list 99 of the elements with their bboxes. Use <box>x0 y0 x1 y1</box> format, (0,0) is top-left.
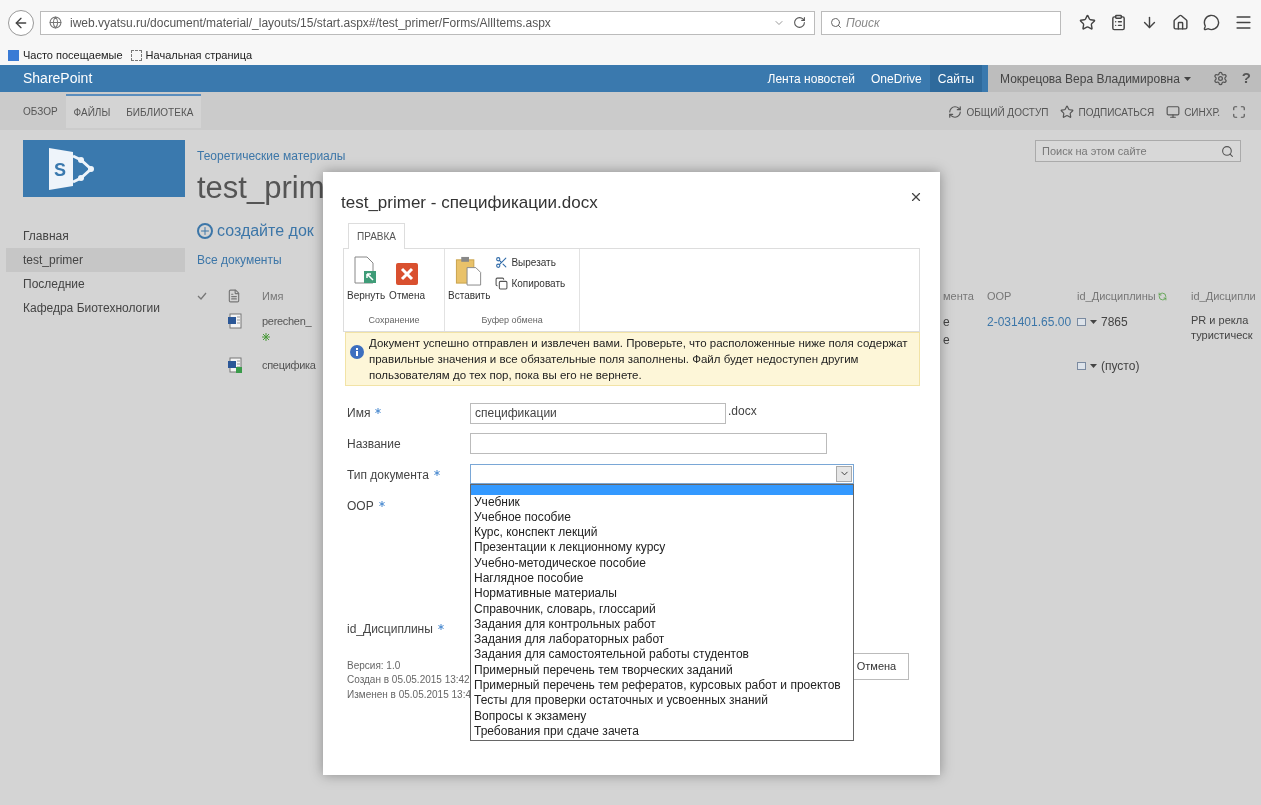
brand-name[interactable]: SharePoint <box>23 68 93 89</box>
field-label: ООР <box>347 497 374 515</box>
lookup-icon[interactable] <box>1077 362 1086 370</box>
search-icon <box>830 16 842 29</box>
dropdown-option[interactable]: Задания для лабораторных работ <box>471 632 853 648</box>
dropdown-option[interactable]: Учебное пособие <box>471 509 853 526</box>
dropdown-option[interactable]: Учебно-методическое пособие <box>471 555 853 571</box>
back-button[interactable] <box>8 9 34 36</box>
focus-icon[interactable] <box>1232 105 1246 119</box>
document-name-link[interactable]: специфика <box>262 357 316 374</box>
settings-icon[interactable] <box>1212 71 1228 86</box>
ribbon-tab[interactable]: ОБЗОР <box>15 94 66 128</box>
dropdown-option[interactable]: Тесты для проверки остаточных и усвоенных знаний <box>471 693 853 709</box>
dropdown-option[interactable]: Нормативные материалы <box>471 586 853 602</box>
dropdown-option[interactable]: Требования при сдаче зачета <box>471 723 853 740</box>
ribbon-button[interactable]: Вставить <box>447 254 492 303</box>
star-icon <box>1060 105 1075 119</box>
info-icon <box>350 344 364 359</box>
version-info: Создан в 05.05.2015 13:42 <box>347 673 470 687</box>
globe-icon <box>49 16 62 29</box>
menu-icon[interactable] <box>1234 13 1253 32</box>
ribbon-action[interactable]: ОБЩИЙ ДОСТУП <box>948 104 1049 120</box>
dropdown-option[interactable]: Курс, конспект лекций <box>471 525 853 541</box>
clipboard-icon <box>455 254 484 286</box>
text-field[interactable]: спецификации <box>470 402 726 424</box>
suite-link[interactable]: Лента новостей <box>759 65 864 92</box>
help-button[interactable]: ? <box>1241 67 1251 90</box>
nav-link[interactable]: test_primer <box>6 248 185 272</box>
word-document-icon <box>227 357 243 373</box>
suite-link[interactable]: OneDrive <box>863 65 930 92</box>
discard-icon <box>395 261 420 286</box>
nav-link[interactable]: Последние <box>23 272 197 296</box>
ribbon-action[interactable]: ПОДПИСАТЬСЯ <box>1060 104 1155 120</box>
dialog-title: test_primer - спецификации.docx <box>341 192 598 214</box>
version-info: Версия: 1.0 <box>347 658 401 673</box>
address-bar[interactable]: iweb.vyatsu.ru/document/material/_layouts/15/start.aspx#/test_primer/Forms/AllItems.aspx <box>40 10 815 35</box>
select-field[interactable] <box>470 463 854 484</box>
home-icon[interactable] <box>1172 14 1189 31</box>
file-type-icon <box>227 289 241 303</box>
word-document-icon <box>227 313 243 329</box>
field-label: id_Дисциплины <box>347 620 433 638</box>
add-icon[interactable] <box>197 223 213 239</box>
dropdown-option[interactable]: Наглядное пособие <box>471 571 853 587</box>
ribbon-button[interactable]: Вернуть <box>346 254 387 303</box>
lookup-icon[interactable] <box>1077 318 1086 326</box>
search-icon[interactable] <box>1221 144 1234 158</box>
ribbon-button[interactable]: Вырезать <box>495 254 566 270</box>
dropdown-option[interactable]: Примерный перечень тем рефератов, курсовых работ и проектов <box>471 678 853 694</box>
document-name-link[interactable]: perechen_ <box>262 313 312 330</box>
text-field[interactable] <box>470 432 827 454</box>
clipboard-icon[interactable] <box>1110 14 1127 31</box>
search-field[interactable]: Поиск <box>821 10 1061 35</box>
ribbon-group-label: Буфер обмена <box>480 314 544 327</box>
ribbon-group-label: Сохранение <box>367 314 421 327</box>
close-icon[interactable] <box>909 190 923 204</box>
table-cell: 7865 <box>1077 313 1191 331</box>
nav-link[interactable]: Кафедра Биотехнологии <box>23 296 197 320</box>
ribbon-tab[interactable]: ФАЙЛЫ <box>65 94 119 128</box>
share-icon <box>948 105 963 119</box>
field-label: Имя <box>347 404 371 422</box>
file-extension: .docx <box>728 402 757 420</box>
dropdown-option[interactable]: Вопросы к экзамену <box>471 708 853 724</box>
ribbon-tab[interactable]: ПРАВКА <box>348 222 406 249</box>
caret-icon <box>1090 320 1097 324</box>
table-cell: (пусто) <box>1077 357 1191 375</box>
dropdown-option[interactable]: Справочник, словарь, глоссарий <box>471 601 853 617</box>
caret-icon <box>1090 364 1097 368</box>
caret-icon <box>1183 76 1191 81</box>
scissors-icon <box>495 255 509 269</box>
sync-icon <box>1166 105 1181 119</box>
bookmark-link[interactable]: Часто посещаемые <box>8 46 123 64</box>
chat-icon[interactable] <box>1203 14 1220 31</box>
field-label: Тип документа <box>347 466 429 484</box>
site-logo[interactable]: S <box>23 140 185 197</box>
field-label: Название <box>347 435 401 453</box>
check-icon[interactable] <box>197 292 207 300</box>
dropdown-option[interactable]: Задания для контрольных работ <box>471 616 853 633</box>
page-title: test_prim <box>197 169 325 207</box>
table-cell-text: PR и рекла туристическ <box>1191 313 1254 343</box>
reload-icon[interactable] <box>793 16 806 29</box>
suite-link[interactable]: Сайты <box>929 65 983 92</box>
nav-link[interactable]: Главная <box>23 224 197 248</box>
info-message: Документ успешно отправлен и извлечен вами. Проверьте, что расположенные ниже поля содержат правильные значения и все обязательные поля заполнены. Файл будет недоступен другим пользователям до тех пор, пока вы его не вернете. <box>345 331 920 386</box>
ribbon-button[interactable]: Копировать <box>495 275 566 291</box>
ribbon-tab[interactable]: БИБЛИОТЕКА <box>118 94 202 128</box>
refresh-icon <box>1157 291 1167 301</box>
user-name: Мокрецова Вера Владимировна <box>1000 70 1180 88</box>
dropdown-option[interactable]: Презентации к лекционному курсу <box>471 540 853 556</box>
download-icon[interactable] <box>1141 14 1158 31</box>
version-info: Изменен в 05.05.2015 13:4 <box>347 687 471 702</box>
bookmark-star-icon[interactable] <box>1079 14 1096 31</box>
ribbon-button[interactable]: Отмена <box>388 254 426 303</box>
ribbon-action[interactable]: СИНХР. <box>1166 104 1220 120</box>
user-menu[interactable]: Мокрецова Вера Владимировна <box>988 65 1203 92</box>
url-text: iweb.vyatsu.ru/document/material/_layouts/15/start.aspx#/test_primer/Forms/AllItems.aspx <box>70 14 552 32</box>
bookmark-link[interactable]: Начальная страница <box>130 46 253 64</box>
copy-icon <box>495 276 509 290</box>
dropdown-option[interactable]: Учебник <box>471 494 853 510</box>
table-cell-text: е е <box>943 314 951 349</box>
